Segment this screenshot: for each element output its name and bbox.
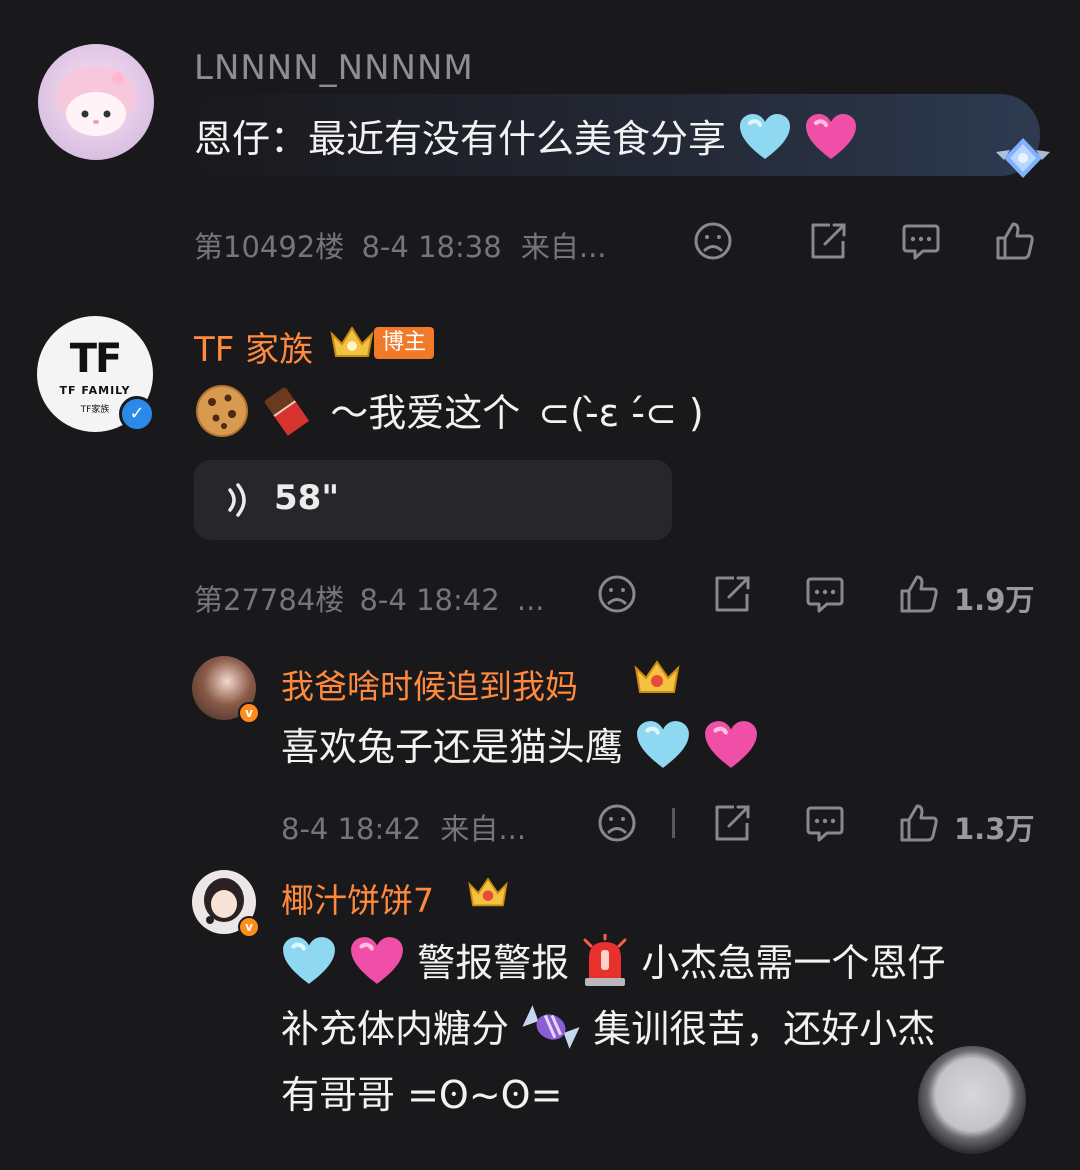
share-icon[interactable]: [808, 221, 848, 261]
comment2-meta: 第27784楼 8-4 18:42 ...: [194, 583, 545, 617]
pink-heart-icon: [703, 720, 759, 779]
comment1-meta: 第10492楼 8-4 18:38 来自...: [194, 230, 607, 264]
avatar-lnnnn[interactable]: [38, 44, 154, 160]
crown-level-icon: [632, 658, 682, 702]
dislike-icon[interactable]: [597, 803, 637, 843]
crown-level-icon: [328, 322, 376, 366]
comment-icon[interactable]: [805, 575, 845, 615]
username-tf-family[interactable]: TF 家族: [194, 322, 313, 371]
reply-text-2-line3: 有哥哥 =ʘ~ʘ=: [281, 1073, 563, 1117]
verified-badge-icon: ✓: [119, 396, 155, 432]
voice-wave-icon: [224, 482, 254, 522]
blue-heart-icon: [281, 936, 337, 995]
dislike-icon[interactable]: [597, 574, 637, 614]
blogger-badge: 博主: [374, 327, 435, 359]
diamond-decoration-icon: [990, 132, 1056, 192]
comment-icon[interactable]: [901, 222, 941, 262]
tf-logo-text: TF: [69, 336, 123, 382]
like-count: 1.3万: [954, 812, 1035, 846]
share-icon[interactable]: [712, 574, 752, 614]
pink-heart-icon: [349, 936, 405, 995]
reply-text-2-line1: 警报警报 小杰急需一个恩仔: [281, 932, 945, 997]
comment-text-2: ～我爱这个 ⊂(-̀ε -́⊂ ): [194, 382, 704, 447]
crown-level-icon: [466, 874, 510, 916]
username-lnnnn[interactable]: LNNNN_NNNNM: [194, 48, 474, 88]
cookie-icon: [194, 384, 250, 447]
blue-heart-icon: [738, 113, 792, 170]
share-icon[interactable]: [712, 803, 752, 843]
like-icon[interactable]: [898, 573, 940, 615]
pink-heart-icon: [804, 113, 858, 170]
blue-heart-icon: [635, 720, 691, 779]
floating-ball-button[interactable]: [918, 1046, 1026, 1154]
divider: [672, 808, 675, 838]
my-melody-icon: [56, 66, 136, 136]
like-icon[interactable]: [994, 220, 1036, 262]
username-reply1[interactable]: 我爸啥时候追到我妈: [281, 660, 578, 708]
orange-verified-badge-icon: v: [238, 702, 260, 724]
candy-icon: [521, 1005, 581, 1058]
siren-icon: [581, 932, 629, 997]
comment-icon[interactable]: [805, 804, 845, 844]
next-row-partial: [281, 1150, 1041, 1170]
reply-text-2-line2: 补充体内糖分 集训很苦，还好小杰: [281, 998, 935, 1058]
like-icon[interactable]: [898, 802, 940, 844]
voice-duration: 58": [274, 478, 340, 518]
voice-message[interactable]: 58": [194, 460, 672, 540]
username-reply2[interactable]: 椰汁饼饼7: [281, 874, 434, 922]
dislike-icon[interactable]: [693, 221, 733, 261]
reply1-meta: 8-4 18:42 来自...: [281, 812, 527, 846]
like-count: 1.9万: [954, 583, 1035, 617]
reply-text-1: 喜欢兔子还是猫头鹰: [281, 716, 759, 779]
chocolate-bar-icon: [262, 384, 318, 447]
comment-text-1: 恩仔：最近有没有什么美食分享: [194, 108, 858, 170]
orange-verified-badge-icon: v: [238, 916, 260, 938]
